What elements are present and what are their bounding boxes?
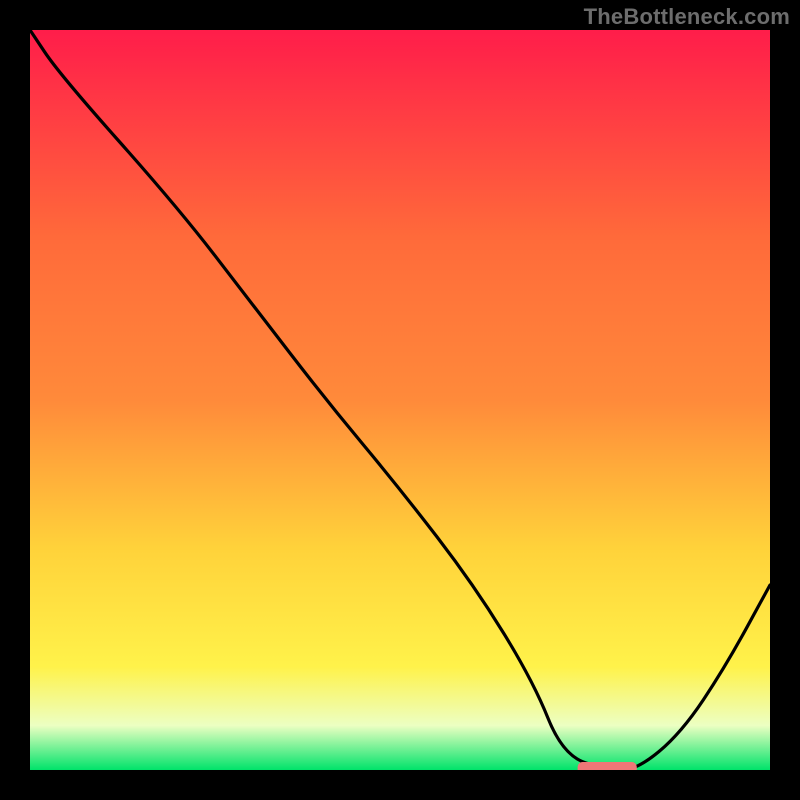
chart-stage: TheBottleneck.com bbox=[0, 0, 800, 800]
watermark-text: TheBottleneck.com bbox=[584, 4, 790, 30]
gradient-background bbox=[30, 30, 770, 770]
chart-svg bbox=[30, 30, 770, 770]
plot-area bbox=[30, 30, 770, 770]
optimal-marker bbox=[578, 762, 637, 770]
